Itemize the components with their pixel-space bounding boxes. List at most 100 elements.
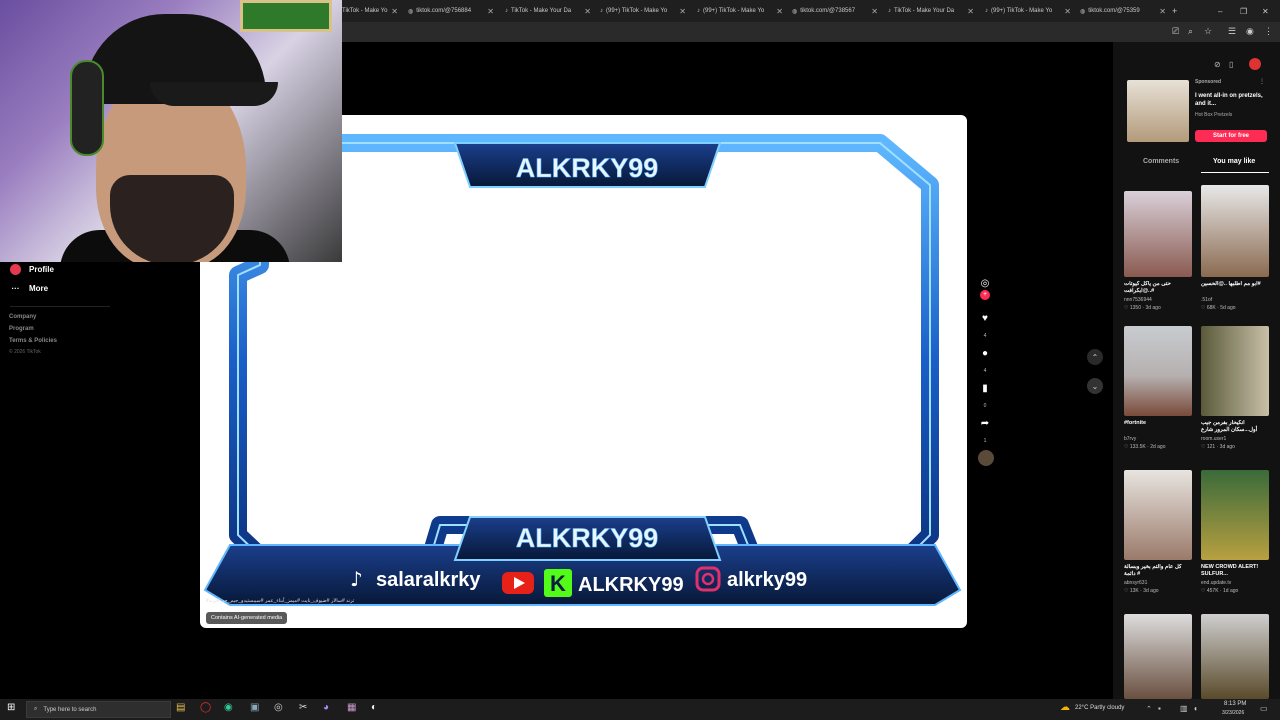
volume-icon[interactable]: ◖: [1193, 704, 1198, 713]
recommended-card[interactable]: #fortnite b7rvy ♡ 133.5K · 2d ago: [1124, 326, 1192, 450]
user-avatar[interactable]: [1249, 58, 1261, 70]
sponsored-title[interactable]: I went all-in on pretzels, and it...: [1195, 92, 1265, 108]
discord-icon[interactable]: ◕: [323, 702, 329, 713]
card-author: abnsyr631: [1124, 580, 1148, 586]
comment-count: 4: [983, 368, 987, 374]
taskbar-search-box[interactable]: ⌕ Type here to search: [26, 701, 171, 718]
recommended-card-thumbnail[interactable]: [1124, 614, 1192, 699]
browser-tab[interactable]: ◍ tiktok.com/@75359 ✕: [1080, 3, 1166, 19]
close-window-button[interactable]: ✕: [1262, 3, 1272, 19]
capcut-icon[interactable]: ✂: [299, 702, 307, 713]
close-tab-icon[interactable]: ✕: [967, 7, 974, 16]
globe-icon: ◍: [792, 8, 798, 15]
windows-start-icon[interactable]: ⊞: [7, 702, 15, 713]
card-meta: ♡ 121 · 3d ago: [1201, 444, 1235, 450]
close-tab-icon[interactable]: ✕: [1064, 7, 1071, 16]
footer-link-company[interactable]: Company: [9, 314, 36, 320]
top-name-text: ALKRKY99: [516, 153, 659, 183]
browser-tab[interactable]: ♪ TikTok - Make Your Da ✕: [505, 3, 591, 19]
minimize-button[interactable]: –: [1218, 3, 1228, 19]
close-tab-icon[interactable]: ✕: [487, 7, 494, 16]
music-disc-icon[interactable]: [978, 450, 994, 466]
tab-comments[interactable]: Comments: [1143, 158, 1179, 165]
obs-icon[interactable]: ◐: [371, 702, 377, 713]
card-meta: ♡ 13K · 3d ago: [1124, 588, 1159, 594]
app-icon[interactable]: ◎: [274, 702, 283, 713]
browser-tab[interactable]: ♪ TikTok - Make Your Da ✕: [888, 3, 974, 19]
nav-more[interactable]: ··· More: [10, 284, 49, 293]
recommended-card[interactable]: ابو مم اطلبها ..@الحسين# .51of ♡ 68K · 5…: [1201, 185, 1269, 311]
notifications-icon[interactable]: ▭: [1260, 704, 1268, 713]
footer-link-program[interactable]: Program: [9, 326, 34, 332]
browser-tab[interactable]: ◍ tiktok.com/@756884 ✕: [408, 3, 494, 19]
file-explorer-icon[interactable]: ▤: [176, 702, 185, 713]
like-heart-icon[interactable]: ♥: [978, 313, 992, 324]
comment-icon[interactable]: ●: [978, 348, 992, 359]
sponsored-cta-button[interactable]: Start for free: [1195, 130, 1267, 142]
clock-date[interactable]: 3/23/2026: [1222, 710, 1244, 716]
device-icon[interactable]: ▯: [1229, 60, 1233, 69]
browser-menu-icon[interactable]: ⋮: [1264, 26, 1273, 37]
sponsored-advertiser[interactable]: Hot Box Pretzels: [1195, 112, 1232, 118]
recommended-card[interactable]: كل عام والتم بخير وبسالة دائمة # abnsyr6…: [1124, 470, 1192, 594]
sponsored-thumbnail[interactable]: [1127, 80, 1189, 142]
browser-tab[interactable]: ♪ (99+) TikTok - Make Yo ✕: [985, 3, 1071, 19]
footer-link-terms[interactable]: Terms & Policies: [9, 338, 57, 344]
weather-text[interactable]: 22°C Partly cloudy: [1075, 705, 1124, 711]
card-author: room.user1: [1201, 436, 1227, 442]
card-meta: ♡ 1350 · 3d ago: [1124, 305, 1161, 311]
close-tab-icon[interactable]: ✕: [679, 7, 686, 16]
extensions-icon[interactable]: ☰: [1228, 26, 1236, 37]
nav-profile[interactable]: Profile: [10, 264, 54, 275]
zoom-icon[interactable]: ⌕: [1188, 26, 1193, 37]
browser-tab[interactable]: ♪ (99+) TikTok - Make Yo ✕: [697, 3, 783, 19]
ad-menu-icon[interactable]: ⋮: [1259, 78, 1265, 85]
browser-tab[interactable]: ◍ tiktok.com/@738567 ✕: [792, 3, 878, 19]
tray-app-icon[interactable]: ▪: [1158, 704, 1161, 713]
recommended-card-thumbnail[interactable]: [1201, 614, 1269, 699]
browser-tab[interactable]: TikTok - Make Yo ✕: [342, 3, 398, 19]
more-dots-icon: ···: [11, 284, 20, 293]
close-tab-icon[interactable]: ✕: [391, 7, 398, 16]
network-icon[interactable]: ▥: [1180, 704, 1188, 713]
new-tab-button[interactable]: +: [1172, 3, 1184, 19]
tiktok-icon: ♪: [505, 8, 508, 14]
save-count: 0: [983, 403, 987, 409]
previous-video-chevron-icon[interactable]: ⌃: [1087, 349, 1103, 365]
headset-icon: [70, 60, 104, 156]
follow-plus-icon[interactable]: +: [980, 290, 990, 300]
webcam-cap-visor: [150, 82, 278, 106]
recommended-card[interactable]: انكيحار بفرمن جيب أول...سكان المرور شارع…: [1201, 326, 1269, 450]
search-placeholder: Type here to search: [43, 706, 97, 713]
card-thumbnail: [1124, 326, 1192, 416]
recommended-card[interactable]: حتى من ياكل كيوتات ..@ابكرافت# nnn753694…: [1124, 191, 1192, 311]
close-tab-icon[interactable]: ✕: [584, 7, 591, 16]
app-icon[interactable]: ▦: [347, 702, 356, 713]
tray-overflow-icon[interactable]: ⌃: [1146, 705, 1152, 713]
opera-browser-icon[interactable]: ◯: [200, 702, 211, 713]
next-video-chevron-icon[interactable]: ⌄: [1087, 378, 1103, 394]
profile-avatar-icon[interactable]: ◉: [1246, 26, 1254, 37]
bookmark-star-icon[interactable]: ☆: [1204, 26, 1212, 37]
block-icon[interactable]: ⊘: [1214, 60, 1221, 69]
clock-time[interactable]: 8:13 PM: [1224, 701, 1246, 707]
bookmark-icon[interactable]: ▮: [978, 383, 992, 394]
sponsored-label: Sponsored: [1195, 79, 1222, 85]
tiktok-icon: ♪: [697, 8, 700, 14]
install-app-icon[interactable]: ⎚: [1172, 26, 1179, 37]
maximize-button[interactable]: ❐: [1240, 3, 1250, 19]
close-tab-icon[interactable]: ✕: [871, 7, 878, 16]
share-arrow-icon[interactable]: ➦: [978, 418, 992, 429]
browser-tab[interactable]: ♪ (99+) TikTok - Make Yo ✕: [600, 3, 686, 19]
recommended-card[interactable]: NEW CROWD ALERT! SULFUR... end.update.tv…: [1201, 470, 1269, 594]
tab-you-may-like[interactable]: You may like: [1213, 158, 1255, 165]
video-hashtags[interactable]: #ترند #سالار #ضيوف_نايت #ميمز_أبناء_عمر …: [206, 598, 466, 604]
creator-avatar[interactable]: ◎: [978, 278, 992, 289]
app-icon[interactable]: ▣: [250, 702, 259, 713]
card-caption: انكيحار بفرمن جيب أول...سكان المرور شارع: [1201, 420, 1258, 433]
close-tab-icon[interactable]: ✕: [776, 7, 783, 16]
chrome-browser-icon[interactable]: ◉: [224, 702, 233, 713]
close-tab-icon[interactable]: ✕: [1159, 7, 1166, 16]
card-thumbnail: [1201, 185, 1269, 277]
tiktok-icon: ♪: [985, 8, 988, 14]
